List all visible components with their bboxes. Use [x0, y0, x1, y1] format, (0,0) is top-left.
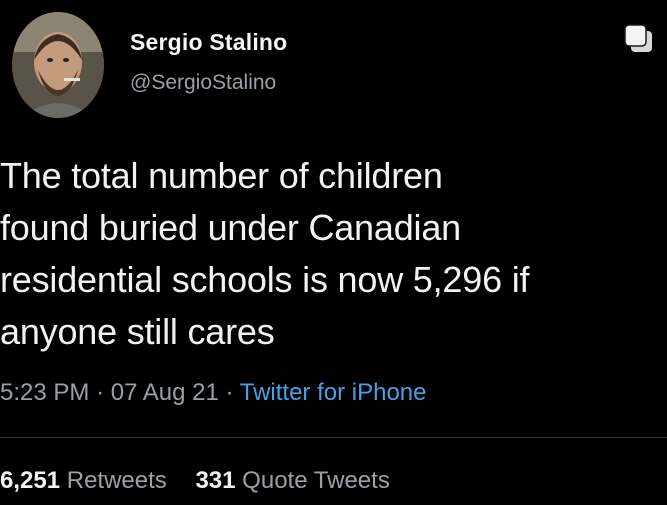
tweet-time[interactable]: 5:23 PM [0, 379, 89, 406]
retweets-label: Retweets [66, 467, 167, 494]
quote-tweets-count: 331 [195, 467, 236, 494]
quote-tweets-label: Quote Tweets [242, 467, 390, 494]
tweet-text: The total number of children found burie… [0, 150, 660, 358]
tweet-date[interactable]: 07 Aug 21 [111, 379, 219, 406]
tweet-card: Sergio Stalino @SergioStalino The total … [0, 0, 667, 505]
divider [0, 437, 667, 438]
tweet-text-line: residential schools is now 5,296 if [0, 259, 530, 300]
share-icon-graphic [624, 24, 652, 52]
tweet-source-link[interactable]: Twitter for iPhone [240, 379, 427, 406]
tweet-stats: 6,251 Retweets 331 Quote Tweets [0, 466, 390, 496]
meta-separator: · [96, 379, 105, 406]
tweet-text-line: The total number of children [0, 155, 443, 196]
avatar[interactable] [12, 12, 104, 118]
display-name[interactable]: Sergio Stalino [130, 28, 287, 56]
tweet-text-line: anyone still cares [0, 311, 275, 352]
avatar-photo [12, 12, 104, 118]
user-info: Sergio Stalino @SergioStalino [130, 28, 287, 96]
tweet-meta: 5:23 PM · 07 Aug 21 · Twitter for iPhone [0, 378, 427, 408]
meta-separator: · [225, 379, 234, 406]
retweets-stat[interactable]: 6,251 Retweets [0, 467, 173, 494]
tweet-text-line: found buried under Canadian [0, 207, 461, 248]
quote-tweets-stat[interactable]: 331 Quote Tweets [195, 467, 389, 494]
user-handle[interactable]: @SergioStalino [130, 70, 287, 96]
share-icon[interactable] [622, 22, 656, 56]
retweets-count: 6,251 [0, 467, 61, 494]
